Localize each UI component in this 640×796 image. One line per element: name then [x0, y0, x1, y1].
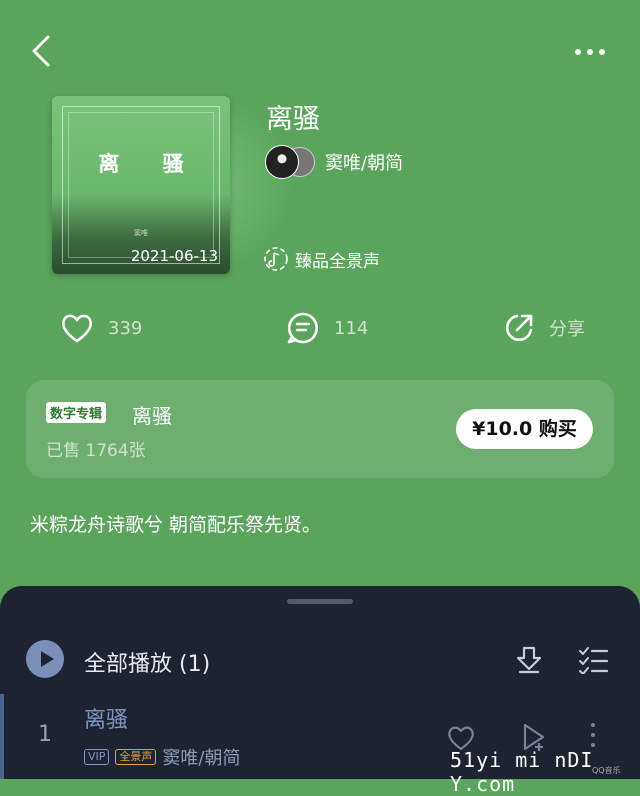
digital-album-title: 离骚: [132, 404, 172, 428]
track-meta: VIP 全景声 窦唯/朝简: [84, 744, 240, 770]
track-index: 1: [38, 722, 52, 747]
comment-count: 114: [334, 317, 369, 339]
play-all-label[interactable]: 全部播放 (1): [84, 646, 210, 678]
vip-badge: VIP: [84, 749, 110, 765]
quality-label: 臻品全景声: [295, 251, 380, 272]
play-all-button[interactable]: [26, 640, 64, 678]
comment-icon: [287, 312, 319, 344]
more-options-button[interactable]: [572, 40, 612, 60]
comment-button[interactable]: 114: [286, 310, 368, 346]
album-title: 离骚: [266, 104, 320, 135]
multi-select-icon[interactable]: [578, 646, 608, 674]
sold-count: 已售 1764张: [46, 441, 146, 461]
quality-badge[interactable]: 臻品全景声: [263, 246, 380, 272]
app-watermark: QQ音乐: [592, 766, 621, 775]
more-dots-icon: [575, 49, 581, 55]
album-description: 米粽龙舟诗歌兮 朝简配乐祭先贤。: [30, 514, 322, 536]
track-title[interactable]: 离骚: [84, 702, 128, 734]
share-icon: [505, 314, 533, 342]
spatial-audio-icon: [264, 247, 288, 271]
track-artist: 窦唯/朝简: [162, 748, 241, 769]
chevron-left-icon: [32, 35, 50, 67]
release-date: 2021-06-13: [130, 247, 218, 265]
artist-avatar: [265, 145, 299, 179]
cover-title: 离 骚: [98, 152, 202, 176]
album-cover[interactable]: 离 骚 窦唯 2021-06-13: [52, 96, 297, 276]
current-track-indicator: [0, 694, 4, 779]
heart-icon: [62, 314, 92, 343]
digital-album-tag: 数字专辑: [46, 402, 107, 423]
share-button[interactable]: 分享: [503, 310, 585, 346]
cover-small-text: 窦唯: [134, 229, 148, 237]
buy-button[interactable]: ¥10.0 购买: [456, 409, 593, 449]
download-icon[interactable]: [514, 644, 544, 674]
like-count: 339: [108, 317, 143, 339]
spatial-audio-badge: 全景声: [115, 749, 157, 765]
artist-link[interactable]: 窦唯/朝简: [265, 145, 403, 179]
artist-name: 窦唯/朝简: [325, 153, 404, 174]
share-label: 分享: [549, 319, 585, 340]
tracklist-sheet: 全部播放 (1) 1 离骚 VIP 全景声 窦唯/朝简 51yi mi nDI …: [0, 586, 640, 796]
sheet-handle[interactable]: [287, 599, 353, 604]
digital-album-card[interactable]: 数字专辑 离骚 已售 1764张 ¥10.0 购买: [26, 380, 614, 478]
cover-art: 离 骚 窦唯 2021-06-13: [52, 96, 230, 274]
like-button[interactable]: 339: [60, 310, 142, 346]
back-button[interactable]: [28, 34, 58, 68]
